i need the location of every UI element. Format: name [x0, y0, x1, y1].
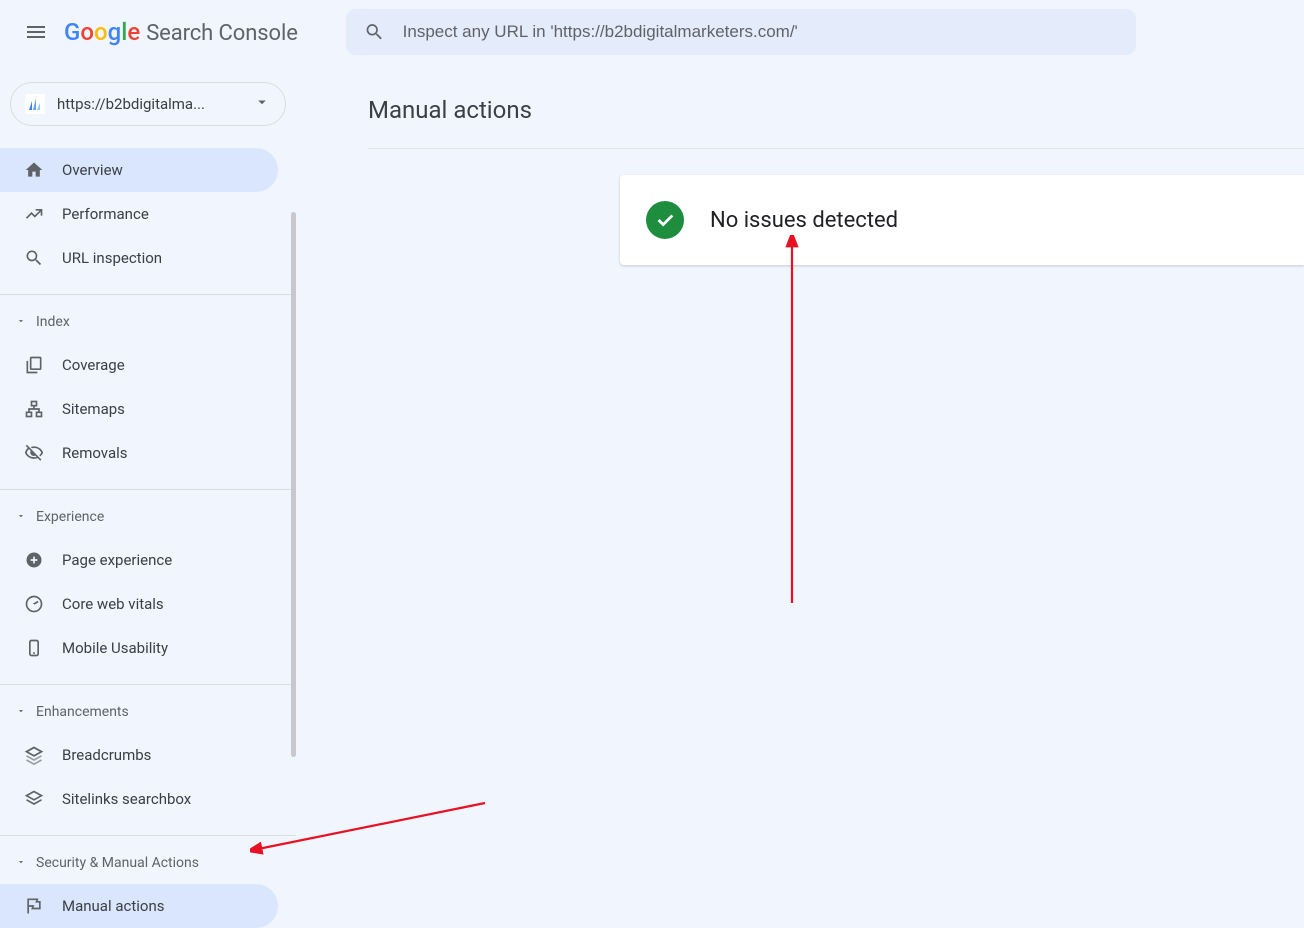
- sidebar-item-removals[interactable]: Removals: [0, 431, 278, 475]
- layers-icon: [24, 745, 44, 765]
- property-picker[interactable]: https://b2bdigitalma...: [10, 82, 286, 126]
- chevron-down-icon: [253, 93, 271, 115]
- sidebar-item-manual-actions[interactable]: Manual actions: [0, 884, 278, 928]
- sitemap-icon: [24, 399, 44, 419]
- menu-icon[interactable]: [12, 8, 60, 56]
- url-inspect-search[interactable]: [346, 9, 1136, 55]
- chevron-down-icon: [16, 704, 26, 720]
- sidebar-item-overview[interactable]: Overview: [0, 148, 278, 192]
- section-header-security[interactable]: Security & Manual Actions: [0, 842, 296, 884]
- plus-circle-icon: [24, 550, 44, 570]
- mobile-icon: [24, 638, 44, 658]
- sidebar-item-label: Overview: [62, 161, 123, 179]
- sidebar-item-url-inspection[interactable]: URL inspection: [0, 236, 278, 280]
- section-label: Index: [36, 314, 70, 330]
- sidebar-item-label: Page experience: [62, 551, 172, 569]
- sidebar-item-sitelinks-searchbox[interactable]: Sitelinks searchbox: [0, 777, 278, 821]
- sidebar-item-label: Manual actions: [62, 897, 164, 915]
- chevron-down-icon: [16, 314, 26, 330]
- product-logo[interactable]: Google Search Console: [64, 18, 298, 46]
- copy-icon: [24, 355, 44, 375]
- section-header-index[interactable]: Index: [0, 301, 296, 343]
- search-icon: [364, 21, 385, 43]
- app-header: Google Search Console: [0, 0, 1304, 64]
- section-label: Experience: [36, 509, 104, 525]
- sidebar-item-breadcrumbs[interactable]: Breadcrumbs: [0, 733, 278, 777]
- product-name: Search Console: [146, 21, 298, 46]
- section-label: Enhancements: [36, 704, 129, 720]
- status-card: No issues detected: [620, 175, 1304, 265]
- search-icon: [24, 248, 44, 268]
- section-header-experience[interactable]: Experience: [0, 496, 296, 538]
- sidebar-item-page-experience[interactable]: Page experience: [0, 538, 278, 582]
- sidebar: https://b2bdigitalma... Overview Perform…: [0, 64, 296, 928]
- property-favicon: [25, 94, 45, 114]
- sidebar-item-label: Coverage: [62, 356, 125, 374]
- gauge-icon: [24, 594, 44, 614]
- sidebar-item-label: Performance: [62, 205, 149, 223]
- section-header-enhancements[interactable]: Enhancements: [0, 691, 296, 733]
- sidebar-item-performance[interactable]: Performance: [0, 192, 278, 236]
- page-title: Manual actions: [368, 96, 1304, 124]
- check-circle-icon: [646, 201, 684, 239]
- layers-icon: [24, 789, 44, 809]
- sidebar-item-label: Core web vitals: [62, 595, 164, 613]
- home-icon: [24, 160, 44, 180]
- status-message: No issues detected: [710, 208, 898, 233]
- sidebar-item-label: Sitemaps: [62, 400, 125, 418]
- chevron-down-icon: [16, 509, 26, 525]
- sidebar-item-mobile-usability[interactable]: Mobile Usability: [0, 626, 278, 670]
- sidebar-item-sitemaps[interactable]: Sitemaps: [0, 387, 278, 431]
- sidebar-item-label: Mobile Usability: [62, 639, 168, 657]
- flag-icon: [24, 896, 44, 916]
- google-logo: Google: [64, 18, 140, 46]
- visibility-off-icon: [24, 443, 44, 463]
- sidebar-item-core-web-vitals[interactable]: Core web vitals: [0, 582, 278, 626]
- chevron-down-icon: [16, 855, 26, 871]
- divider: [368, 148, 1304, 149]
- property-label: https://b2bdigitalma...: [57, 95, 253, 113]
- sidebar-item-label: URL inspection: [62, 249, 162, 267]
- sidebar-item-label: Removals: [62, 444, 128, 462]
- sidebar-item-label: Sitelinks searchbox: [62, 790, 191, 808]
- main-content: Manual actions No issues detected: [296, 64, 1304, 928]
- section-label: Security & Manual Actions: [36, 855, 199, 871]
- sidebar-item-coverage[interactable]: Coverage: [0, 343, 278, 387]
- trend-icon: [24, 204, 44, 224]
- scrollbar[interactable]: [291, 212, 296, 757]
- sidebar-item-label: Breadcrumbs: [62, 746, 151, 764]
- search-input[interactable]: [403, 22, 1118, 42]
